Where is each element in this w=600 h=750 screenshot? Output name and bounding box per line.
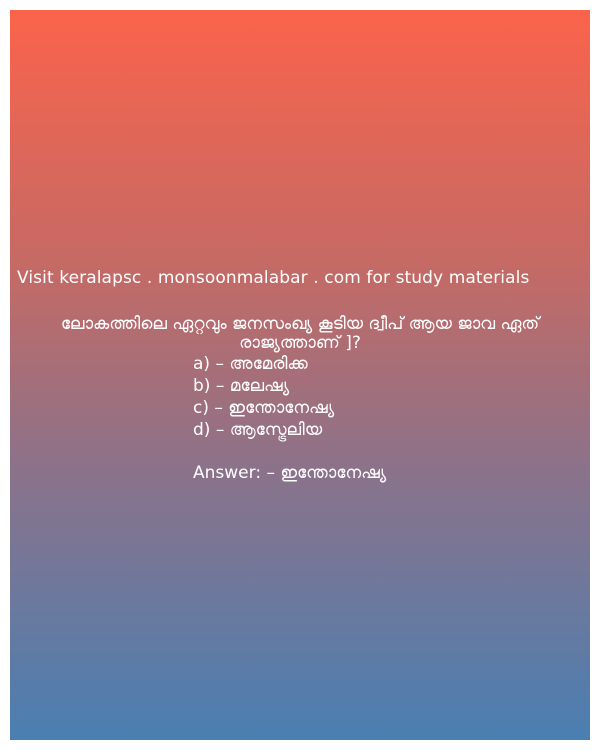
option-b: b) – മലേഷ്യ [193,376,290,396]
question-line-1: ലോകത്തിലെ ഏറ്റവും ജനസംഖ്യ കൂടിയ ദ്വീപ് ആ… [60,314,540,334]
question-text: ലോകത്തിലെ ഏറ്റവും ജനസംഖ്യ കൂടിയ ദ്വീപ് ആ… [10,315,590,353]
answer-text: Answer: – ഇന്തോനേഷ്യ [193,463,387,483]
options-list: a) – അമേരിക്ക b) – മലേഷ്യ c) – ഇന്തോനേഷ്… [193,353,334,441]
question-line-2: രാജ്യത്താണ് ]? [239,333,361,353]
option-a: a) – അമേരിക്ക [193,354,308,374]
option-d: d) – ആസ്ട്രേലിയ [193,420,323,440]
site-promo-text: Visit keralapsc . monsoonmalabar . com f… [17,268,530,288]
option-c: c) – ഇന്തോനേഷ്യ [193,398,335,418]
quiz-card: Visit keralapsc . monsoonmalabar . com f… [10,10,590,740]
